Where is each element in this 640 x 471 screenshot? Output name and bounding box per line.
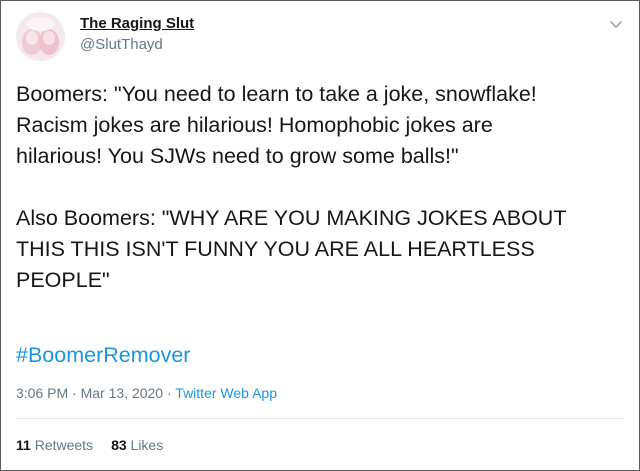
- user-handle: @SlutThayd: [80, 36, 163, 53]
- tweet-line: Boomers: "You need to learn to take a jo…: [16, 82, 537, 106]
- tweet-date[interactable]: Mar 13, 2020: [81, 385, 164, 401]
- chevron-down-icon: [610, 21, 622, 28]
- avatar[interactable]: [16, 12, 65, 61]
- retweets-stat[interactable]: 11 Retweets: [16, 437, 93, 453]
- tweet-meta: 3:06 PM · Mar 13, 2020 · Twitter Web App: [16, 385, 277, 401]
- tweet-stats: 11 Retweets 83 Likes: [16, 437, 163, 453]
- user-display-name[interactable]: The Raging Slut: [80, 15, 194, 32]
- tweet-line: THIS THIS ISN'T FUNNY YOU ARE ALL HEARTL…: [16, 237, 535, 261]
- divider: [16, 418, 624, 419]
- tweet-source-link[interactable]: Twitter Web App: [175, 385, 277, 401]
- tweet-line: Racism jokes are hilarious! Homophobic j…: [16, 113, 493, 137]
- hashtag-link[interactable]: #BoomerRemover: [16, 341, 190, 369]
- likes-count: 83: [111, 437, 127, 453]
- tweet-time[interactable]: 3:06 PM: [16, 385, 68, 401]
- avatar-image: [16, 12, 65, 61]
- likes-stat[interactable]: 83 Likes: [111, 437, 163, 453]
- tweet-line: Also Boomers: "WHY ARE YOU MAKING JOKES …: [16, 206, 567, 230]
- retweets-count: 11: [16, 437, 31, 453]
- likes-label: Likes: [130, 437, 164, 453]
- tweet-line: PEOPLE": [16, 268, 110, 292]
- meta-separator: ·: [72, 385, 77, 401]
- meta-separator: ·: [166, 385, 172, 401]
- tweet-text: Boomers: "You need to learn to take a jo…: [16, 79, 626, 296]
- tweet-menu-button[interactable]: [607, 15, 625, 33]
- tweet-line: hilarious! You SJWs need to grow some ba…: [16, 144, 459, 168]
- retweets-label: Retweets: [34, 437, 94, 453]
- tweet-card: The Raging Slut @SlutThayd Boomers: "You…: [0, 0, 640, 471]
